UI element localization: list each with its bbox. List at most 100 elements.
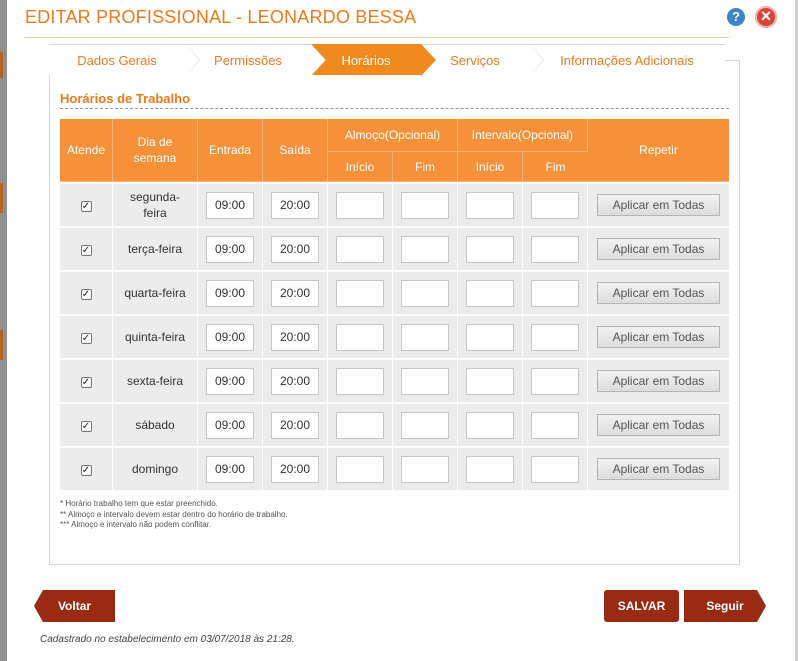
saida-cell — [263, 226, 328, 270]
intervalo-inicio-cell — [458, 446, 523, 490]
atende-checkbox[interactable]: ✓ — [80, 245, 92, 256]
entrada-input[interactable] — [206, 235, 254, 263]
saida-input[interactable] — [271, 411, 319, 439]
apply-all-button[interactable]: Aplicar em Todas — [597, 282, 720, 304]
intervalo-inicio-input[interactable] — [466, 367, 514, 395]
close-icon[interactable]: × — [755, 6, 777, 28]
almoco-fim-input[interactable] — [401, 191, 449, 219]
entrada-input[interactable] — [206, 411, 254, 439]
intervalo-fim-input[interactable] — [531, 191, 579, 219]
atende-checkbox[interactable]: ✓ — [80, 201, 92, 212]
atende-checkbox[interactable]: ✓ — [80, 377, 92, 388]
entrada-input[interactable] — [206, 279, 254, 307]
almoco-fim-input[interactable] — [401, 411, 449, 439]
atende-checkbox[interactable]: ✓ — [80, 421, 92, 432]
voltar-button[interactable]: Voltar — [34, 590, 115, 622]
entrada-cell — [198, 226, 263, 270]
tab-dados-gerais[interactable]: Dados Gerais — [49, 44, 200, 76]
apply-all-button[interactable]: Aplicar em Todas — [597, 458, 720, 480]
entrada-cell — [198, 314, 263, 358]
intervalo-inicio-input[interactable] — [466, 235, 514, 263]
salvar-button[interactable]: SALVAR — [604, 590, 679, 622]
intervalo-fim-input[interactable] — [531, 235, 579, 263]
atende-checkbox[interactable]: ✓ — [80, 465, 92, 476]
header-intervalo-fim: Fim — [523, 152, 588, 182]
background-overlay-left — [0, 0, 7, 661]
intervalo-inicio-input[interactable] — [466, 323, 514, 351]
saida-input[interactable] — [271, 367, 319, 395]
apply-all-button[interactable]: Aplicar em Todas — [597, 238, 720, 260]
day-label: sábado — [113, 402, 198, 446]
repetir-cell: Aplicar em Todas — [588, 358, 729, 402]
apply-all-button[interactable]: Aplicar em Todas — [597, 414, 720, 436]
seguir-button[interactable]: Seguir — [684, 590, 766, 622]
entrada-input[interactable] — [206, 367, 254, 395]
intervalo-inicio-input[interactable] — [466, 279, 514, 307]
day-label: quarta-feira — [113, 270, 198, 314]
intervalo-fim-input[interactable] — [531, 279, 579, 307]
saida-input[interactable] — [271, 455, 319, 483]
intervalo-fim-input[interactable] — [531, 323, 579, 351]
entrada-cell — [198, 270, 263, 314]
note-line: *** Almoço e intervalo não podem conflit… — [60, 520, 212, 529]
intervalo-fim-input[interactable] — [531, 455, 579, 483]
entrada-input[interactable] — [206, 455, 254, 483]
intervalo-fim-cell — [523, 358, 588, 402]
atende-checkbox[interactable]: ✓ — [80, 289, 92, 300]
almoco-inicio-input[interactable] — [336, 191, 384, 219]
tab-informacoes-adicionais[interactable]: Informações Adicionais — [529, 44, 725, 75]
repetir-cell: Aplicar em Todas — [588, 270, 729, 314]
header-almoco-inicio: Início — [328, 152, 393, 182]
tab-label: Serviços — [450, 53, 500, 68]
section-divider — [60, 108, 729, 109]
apply-all-button[interactable]: Aplicar em Todas — [597, 370, 720, 392]
almoco-fim-input[interactable] — [401, 279, 449, 307]
almoco-inicio-input[interactable] — [336, 411, 384, 439]
almoco-inicio-input[interactable] — [336, 455, 384, 483]
help-icon[interactable]: ? — [727, 8, 745, 26]
intervalo-inicio-input[interactable] — [466, 191, 514, 219]
tab-horarios[interactable]: Horários — [311, 44, 436, 76]
almoco-inicio-input[interactable] — [336, 279, 384, 307]
saida-input[interactable] — [271, 235, 319, 263]
almoco-fim-input[interactable] — [401, 323, 449, 351]
almoco-inicio-cell — [328, 402, 393, 446]
saida-input[interactable] — [271, 279, 319, 307]
almoco-inicio-cell — [328, 182, 393, 226]
tab-permissoes[interactable]: Permissões — [185, 44, 326, 76]
almoco-inicio-input[interactable] — [336, 235, 384, 263]
intervalo-fim-cell — [523, 182, 588, 226]
apply-all-button[interactable]: Aplicar em Todas — [597, 194, 720, 216]
almoco-fim-input[interactable] — [401, 455, 449, 483]
intervalo-fim-input[interactable] — [531, 367, 579, 395]
almoco-inicio-cell — [328, 358, 393, 402]
entrada-input[interactable] — [206, 323, 254, 351]
tab-label: Informações Adicionais — [560, 53, 694, 68]
entrada-input[interactable] — [206, 191, 254, 219]
schedule-table: Atende Dia de semana Entrada Saída Almoç… — [60, 119, 729, 490]
intervalo-inicio-cell — [458, 402, 523, 446]
table-row: ✓ sexta-feira Aplicar em Todas — [60, 358, 729, 402]
table-row: ✓ terça-feira Aplicar em Todas — [60, 226, 729, 270]
note-line: ** Almoço e intervalo devem estar dentro… — [60, 509, 288, 519]
intervalo-inicio-input[interactable] — [466, 411, 514, 439]
saida-input[interactable] — [271, 191, 319, 219]
almoco-fim-cell — [393, 358, 458, 402]
intervalo-fim-input[interactable] — [531, 411, 579, 439]
entrada-cell — [198, 446, 263, 490]
header-saida: Saída — [263, 119, 328, 182]
almoco-inicio-cell — [328, 270, 393, 314]
atende-checkbox[interactable]: ✓ — [80, 333, 92, 344]
intervalo-inicio-input[interactable] — [466, 455, 514, 483]
almoco-inicio-input[interactable] — [336, 323, 384, 351]
wizard-tabs: Dados Gerais Permissões Horários Serviço… — [49, 44, 725, 76]
almoco-fim-input[interactable] — [401, 367, 449, 395]
tab-servicos[interactable]: Serviços — [421, 44, 544, 76]
saida-input[interactable] — [271, 323, 319, 351]
saida-cell — [263, 358, 328, 402]
apply-all-button[interactable]: Aplicar em Todas — [597, 326, 720, 348]
atende-cell: ✓ — [60, 402, 113, 446]
intervalo-inicio-cell — [458, 270, 523, 314]
almoco-fim-input[interactable] — [401, 235, 449, 263]
almoco-inicio-input[interactable] — [336, 367, 384, 395]
